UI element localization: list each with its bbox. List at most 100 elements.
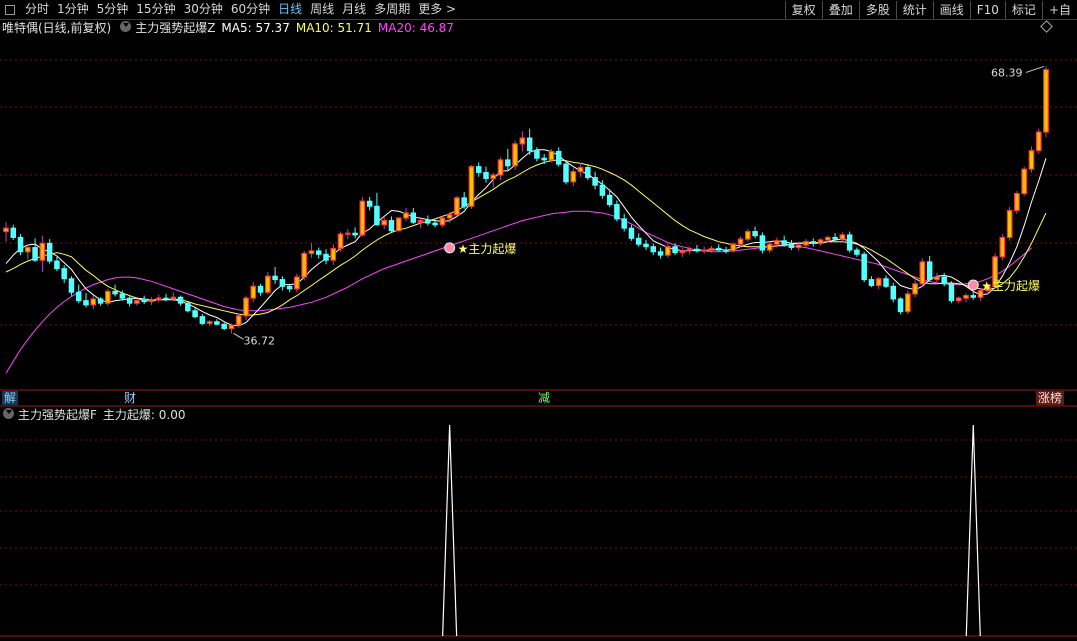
flag-jie[interactable]: 解	[2, 391, 19, 405]
candle-up	[912, 283, 918, 295]
candle-up	[679, 250, 686, 254]
ma20-line	[5, 210, 1032, 374]
candle-up	[548, 150, 555, 161]
candle-up	[701, 249, 708, 252]
candle-up	[243, 297, 249, 317]
candle-up	[904, 293, 911, 313]
candle-down	[221, 323, 227, 329]
candle-down	[141, 300, 147, 303]
candle-up	[381, 219, 388, 226]
candle-up	[155, 297, 162, 301]
candle-down	[650, 246, 657, 253]
candle-down	[846, 234, 853, 251]
candle-up	[308, 250, 315, 255]
candle-down	[505, 159, 511, 167]
candle-down	[526, 137, 533, 152]
candle-up	[264, 275, 271, 293]
candle-down	[599, 184, 606, 196]
ma10-line	[5, 159, 1047, 316]
candle-up	[468, 166, 475, 207]
candle-up	[766, 243, 773, 251]
candle-up	[359, 200, 366, 236]
candle-down	[425, 220, 431, 224]
candle-down	[83, 300, 89, 306]
candle-down	[628, 227, 635, 239]
candle-up	[737, 238, 744, 245]
candle-up	[1014, 193, 1020, 212]
candle-down	[352, 232, 358, 236]
flag-zhangting[interactable]: 涨榜	[1036, 391, 1065, 405]
candle-down	[75, 291, 82, 302]
candle-up	[824, 236, 831, 241]
candle-down	[926, 261, 933, 281]
candle-down	[585, 166, 591, 179]
candle-up	[999, 236, 1006, 258]
candle-up	[439, 217, 446, 226]
candle-up	[1021, 168, 1028, 195]
candle-down	[374, 205, 380, 226]
flag-jian[interactable]: 减	[536, 391, 552, 405]
candle-down	[752, 231, 758, 237]
candle-down	[941, 276, 947, 285]
candle-down	[970, 295, 977, 298]
candle-up	[206, 321, 213, 325]
candle-up	[446, 214, 453, 219]
candle-down	[126, 297, 133, 304]
candle-up	[337, 233, 344, 249]
candle-down	[410, 212, 417, 223]
candle-down	[388, 220, 395, 232]
candle-down	[614, 204, 620, 220]
candle-down	[10, 227, 17, 238]
candle-up	[148, 299, 155, 303]
candle-down	[948, 283, 955, 302]
candle-down	[257, 285, 264, 293]
candle-up	[228, 324, 235, 330]
candle-down	[788, 243, 795, 249]
candle-down	[68, 278, 75, 293]
candle-up	[570, 171, 577, 183]
candle-down	[643, 243, 649, 248]
candle-up	[744, 230, 751, 240]
candle-down	[483, 172, 489, 179]
candle-up	[490, 174, 497, 180]
candle-down	[868, 279, 875, 286]
max-price-label: 68.39	[991, 66, 1023, 79]
candle-down	[61, 268, 67, 280]
candle-up	[1028, 150, 1035, 170]
candle-down	[163, 297, 169, 300]
candle-down	[534, 150, 540, 159]
candle-down	[555, 150, 562, 165]
candle-up	[1043, 69, 1049, 133]
candle-up	[395, 217, 402, 232]
chart-canvas[interactable]: 68.39 36.72 ★主力起爆 ★主力起爆	[0, 0, 1077, 641]
candle-up	[104, 290, 111, 304]
candle-down	[759, 235, 766, 251]
candle-up	[664, 246, 671, 256]
candle-down	[323, 253, 329, 261]
candle-down	[897, 298, 904, 313]
candle-up	[817, 239, 824, 244]
candle-up	[839, 234, 846, 240]
candle-down	[46, 242, 53, 262]
candle-up	[403, 212, 409, 219]
candle-down	[119, 293, 126, 299]
candle-down	[177, 296, 184, 304]
candle-down	[286, 285, 293, 290]
candle-down	[606, 194, 613, 206]
candle-up	[39, 242, 46, 261]
candle-down	[832, 236, 838, 240]
candle-up	[1035, 131, 1042, 152]
candle-up	[497, 159, 504, 176]
candle-up	[803, 241, 809, 246]
candle-down	[541, 157, 547, 161]
candle-up	[708, 247, 715, 251]
candle-down	[854, 249, 860, 255]
indicator-spike	[965, 424, 981, 637]
candle-up	[875, 278, 882, 287]
candle-down	[563, 163, 569, 183]
flag-cai[interactable]: 财	[122, 391, 138, 405]
candle-up	[1006, 209, 1013, 239]
candle-up	[134, 300, 140, 304]
candle-up	[774, 240, 780, 245]
candle-down	[592, 177, 598, 186]
